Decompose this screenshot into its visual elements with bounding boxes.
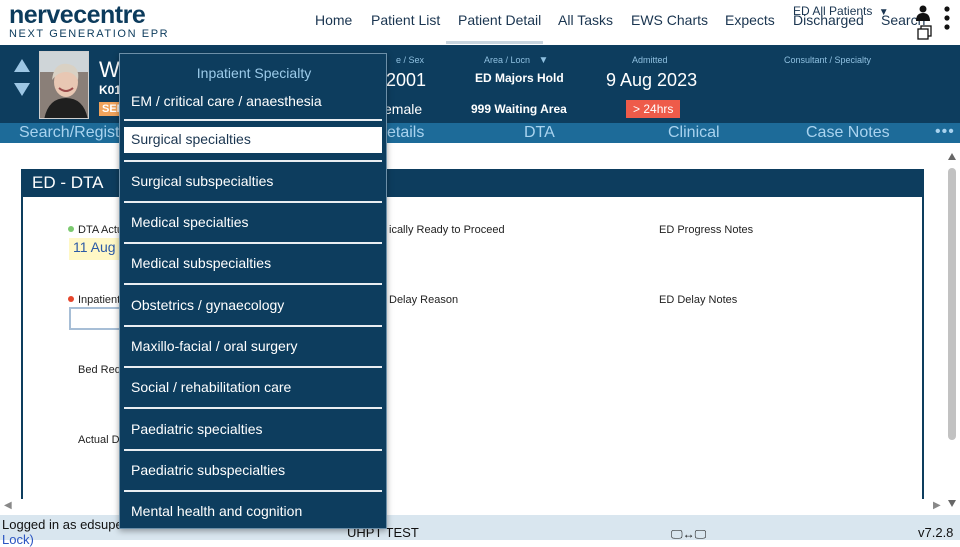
- specialty-option[interactable]: Paediatric subspecialties: [124, 458, 382, 484]
- top-navigation-bar: nervecentre NEXT GENERATION EPR Home Pat…: [0, 0, 960, 45]
- tab-dta[interactable]: DTA: [524, 124, 555, 142]
- divider: [124, 407, 382, 409]
- progress-notes-label: ED Progress Notes: [659, 224, 754, 236]
- tab-clinical[interactable]: Clinical: [668, 124, 720, 142]
- patient-photo: [39, 51, 89, 119]
- divider: [124, 160, 382, 162]
- bed-request-label: Bed Req: [78, 364, 121, 376]
- specialty-option[interactable]: Medical subspecialties: [124, 251, 382, 277]
- specialty-option[interactable]: Surgical subspecialties: [124, 169, 382, 195]
- dta-actual-label-text: DTA Actu: [78, 224, 124, 236]
- vertical-scrollbar-thumb[interactable]: [948, 168, 956, 440]
- location-value: 999 Waiting Area: [471, 102, 567, 116]
- divider: [124, 119, 382, 121]
- chevron-down-icon: ▼: [538, 55, 549, 66]
- nav-all-tasks[interactable]: All Tasks: [558, 12, 613, 28]
- specialty-option[interactable]: Medical specialties: [124, 210, 382, 236]
- user-icon[interactable]: [916, 5, 930, 26]
- logo-tagline: NEXT GENERATION EPR: [9, 28, 170, 40]
- dta-actual-label: DTA Actu: [68, 224, 123, 236]
- length-of-stay-badge: > 24hrs: [626, 100, 681, 118]
- status-dot-icon: [68, 226, 74, 232]
- inpatient-specialty-dropdown: Inpatient Specialty EM / critical care /…: [119, 53, 387, 529]
- divider: [124, 201, 382, 203]
- panel-title: ED - DTA: [32, 173, 104, 192]
- divider: [124, 449, 382, 451]
- delay-notes-label: ED Delay Notes: [659, 294, 738, 306]
- consultant-specialty-label: Consultant / Specialty: [784, 55, 872, 65]
- tab-case-notes[interactable]: Case Notes: [806, 124, 890, 142]
- actual-date-label: Actual D: [78, 434, 120, 446]
- area-location-label-text: Area / Locn: [484, 55, 531, 65]
- nav-patient-list[interactable]: Patient List: [371, 12, 440, 28]
- nav-expects[interactable]: Expects: [725, 12, 775, 28]
- active-nav-indicator: [446, 41, 543, 44]
- more-options-icon[interactable]: [944, 6, 950, 35]
- area-location-label[interactable]: Area / Locn ▼: [484, 55, 548, 66]
- ward-filter-select[interactable]: ED All Patients ▼: [793, 4, 889, 18]
- ready-to-proceed-label: ically Ready to Proceed: [389, 224, 505, 236]
- divider: [124, 366, 382, 368]
- more-tabs-icon[interactable]: •••: [935, 123, 955, 141]
- scroll-left-icon[interactable]: ◀: [4, 500, 12, 511]
- dropdown-title: Inpatient Specialty: [196, 65, 312, 81]
- dob-value: 2001: [386, 70, 427, 90]
- tab-search-register[interactable]: Search/Regist: [19, 124, 120, 142]
- required-dot-icon: [68, 296, 74, 302]
- tab-details[interactable]: etails: [387, 124, 424, 142]
- admitted-value: 9 Aug 2023: [606, 70, 698, 90]
- nervecentre-logo: nervecentre NEXT GENERATION EPR: [9, 2, 169, 40]
- specialty-option[interactable]: Social / rehabilitation care: [124, 375, 382, 401]
- specialty-option-selected[interactable]: Surgical specialties: [124, 127, 382, 153]
- chevron-down-icon: ▼: [878, 7, 889, 18]
- nav-home[interactable]: Home: [315, 12, 352, 28]
- specialty-option[interactable]: Obstetrics / gynaecology: [124, 293, 382, 319]
- nav-patient-detail[interactable]: Patient Detail: [458, 12, 541, 28]
- divider: [124, 490, 382, 492]
- version-text: v7.2.8: [918, 525, 954, 540]
- copy-window-icon[interactable]: [917, 25, 933, 46]
- patient-id: K01: [99, 83, 122, 97]
- specialty-option[interactable]: Maxillo-facial / oral surgery: [124, 334, 382, 360]
- area-value: ED Majors Hold: [475, 71, 564, 85]
- specialty-option[interactable]: EM / critical care / anaesthesia: [124, 89, 382, 115]
- dob-sex-label: e / Sex: [396, 55, 425, 65]
- logo-wordmark: nervecentre: [9, 1, 146, 29]
- specialty-option[interactable]: Mental health and cognition: [124, 499, 382, 525]
- ward-filter-value: ED All Patients: [793, 4, 873, 18]
- scroll-right-icon[interactable]: ▶: [933, 500, 941, 511]
- divider: [124, 283, 382, 285]
- admitted-label: Admitted: [632, 55, 668, 65]
- nav-ews-charts[interactable]: EWS Charts: [631, 12, 708, 28]
- inpatient-label-text: Inpatient: [78, 294, 121, 306]
- patient-name: W: [99, 57, 120, 82]
- next-patient-icon[interactable]: [14, 83, 30, 96]
- inpatient-label: Inpatient: [68, 294, 120, 306]
- logged-in-text: Logged in as edsupe: [2, 517, 123, 532]
- specialty-option[interactable]: Paediatric specialties: [124, 417, 382, 443]
- delay-reason-label: Delay Reason: [389, 294, 459, 306]
- divider: [124, 242, 382, 244]
- sex-value: emale: [384, 101, 423, 117]
- divider: [124, 325, 382, 327]
- previous-patient-icon[interactable]: [14, 59, 30, 72]
